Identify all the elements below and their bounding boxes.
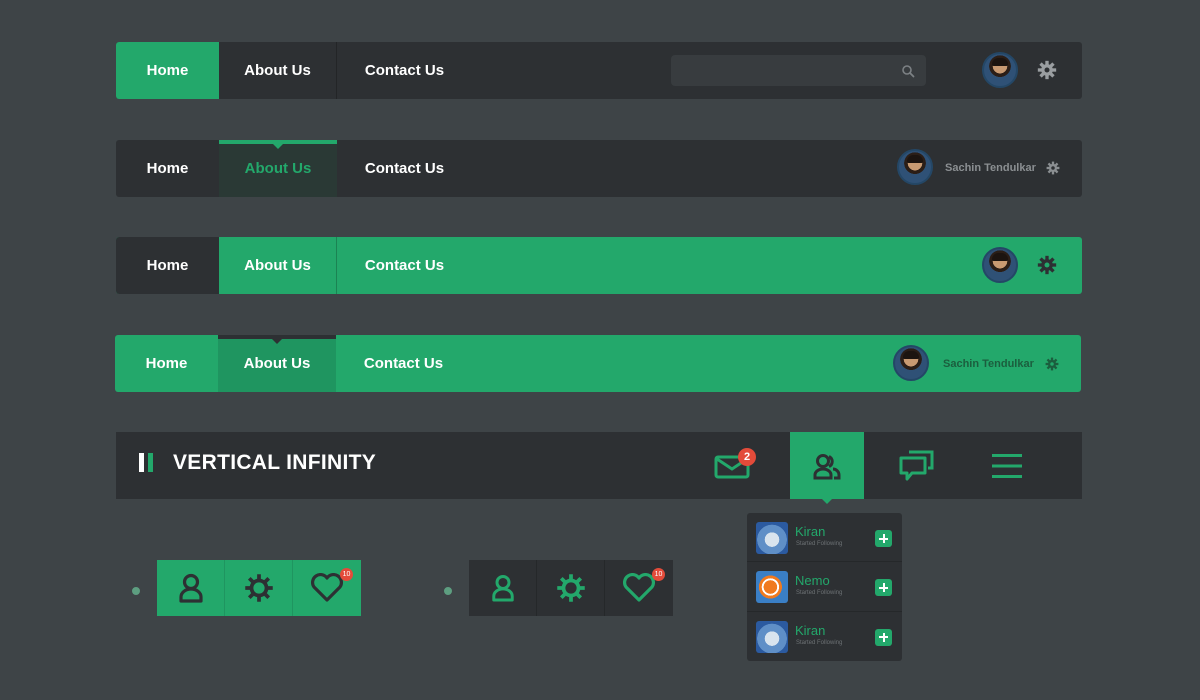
gear-icon[interactable] [1046,161,1060,175]
user-name[interactable]: Sachin Tendulkar [945,162,1036,174]
search-input[interactable] [671,55,926,86]
nav-home[interactable]: Home [116,140,219,197]
add-button[interactable] [875,579,892,597]
nav-contact[interactable]: Contact Us [337,140,472,197]
navbar-3: Home About Us Contact Us [116,237,1082,294]
chat-icon [899,450,934,480]
nav-about[interactable]: About Us [218,335,336,392]
favorites-button[interactable]: 10 [293,560,361,616]
profile-button[interactable] [469,560,537,616]
users-icon [813,453,841,479]
nav-contact[interactable]: Contact Us [336,335,471,392]
toolbar-handle[interactable] [442,585,454,597]
icon-toolbar-green: 10 [157,560,361,616]
navbar-1: Home About Us Contact Us [116,42,1082,99]
nav-about[interactable]: About Us [219,42,337,99]
user-icon [491,574,514,602]
nav-home[interactable]: Home [115,335,218,392]
notifications-dropdown: Kiran Started Following Nemo Started Fol… [747,513,902,661]
settings-button[interactable] [537,560,605,616]
favorites-button[interactable]: 10 [605,560,673,616]
heart-icon [623,573,655,602]
menu-button[interactable] [970,432,1044,499]
user-name[interactable]: Sachin Tendulkar [943,358,1034,370]
add-button[interactable] [875,628,892,646]
toolbar-handle[interactable] [130,585,142,597]
avatar[interactable] [897,149,933,185]
heart-icon [311,573,343,602]
gear-icon [556,574,585,602]
shark-avatar [756,522,788,554]
shark-avatar [756,620,788,653]
nav-about[interactable]: About Us [219,140,337,197]
notification-status: Started Following [796,541,843,547]
notification-status: Started Following [796,590,843,597]
notification-name: Kiran [795,524,826,539]
gear-icon[interactable] [1037,255,1057,275]
notification-item[interactable]: Kiran Started Following [747,612,902,661]
gear-icon[interactable] [1037,60,1057,80]
menu-icon [992,453,1022,478]
notification-status: Started Following [796,639,843,646]
nav-contact[interactable]: Contact Us [337,42,472,99]
brand-title: VERTICAL INFINITY [173,451,377,474]
notification-name: Kiran [795,622,826,638]
chat-button[interactable] [880,432,954,499]
notification-item[interactable]: Nemo Started Following [747,562,902,612]
search-icon[interactable] [901,64,915,78]
navbar-2: Home About Us Contact Us Sachin Tendulka… [116,140,1082,197]
nav-home[interactable]: Home [116,237,219,294]
gear-icon [244,574,273,602]
app-header: VERTICAL INFINITY 2 [116,432,1082,504]
profile-button[interactable] [157,560,225,616]
fish-avatar [756,571,788,604]
notification-item[interactable]: Kiran Started Following [747,513,902,563]
favorites-badge: 10 [652,568,665,581]
user-icon [178,573,203,603]
messages-badge: 2 [738,448,756,466]
settings-button[interactable] [225,560,293,616]
nav-about[interactable]: About Us [219,237,337,294]
gear-icon[interactable] [1045,357,1059,371]
messages-button[interactable]: 2 [696,432,770,499]
nav-home[interactable]: Home [116,42,219,99]
favorites-badge: 10 [340,568,353,581]
notification-name: Nemo [795,573,830,589]
navbar-4: Home About Us Contact Us Sachin Tendulka… [115,335,1081,392]
avatar[interactable] [893,345,929,381]
avatar[interactable] [982,52,1018,88]
nav-contact[interactable]: Contact Us [337,237,472,294]
avatar[interactable] [982,247,1018,283]
icon-toolbar-dark: 10 [469,560,673,616]
users-button[interactable] [790,432,864,504]
add-button[interactable] [875,530,892,547]
